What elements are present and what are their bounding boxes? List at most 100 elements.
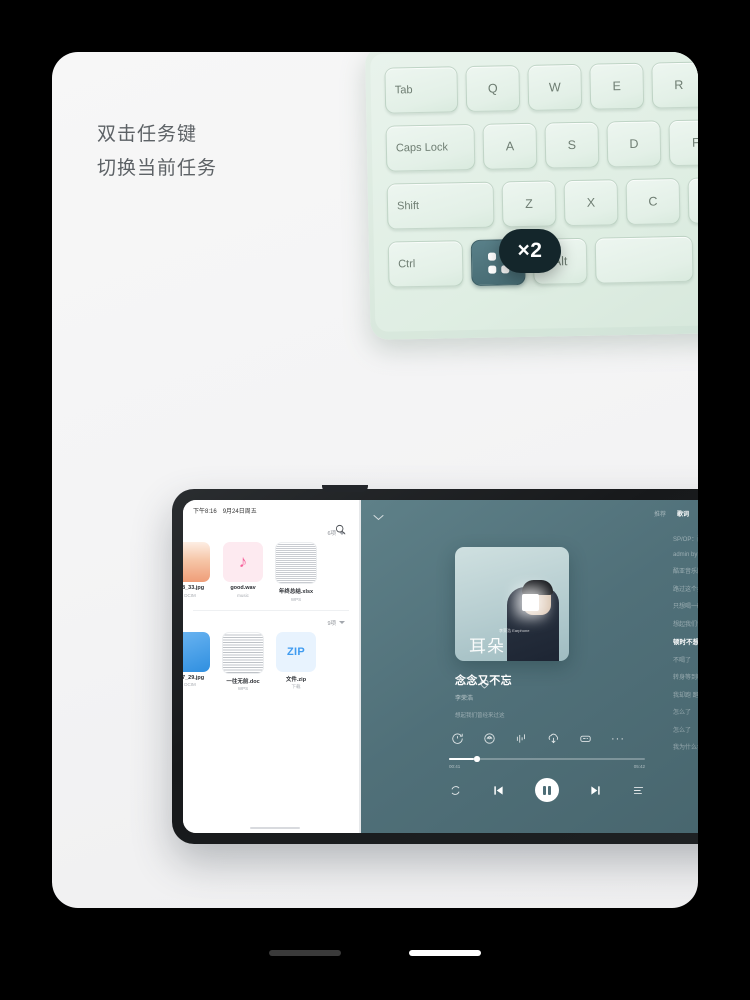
lyric-line: SP/OP：酷亚: [673, 537, 698, 543]
repeat-icon[interactable]: [449, 784, 462, 797]
tablet-screen: 下午8:16 9月24日周五 6项 8_33.jpg DCIM ♪ good.w…: [183, 500, 698, 833]
zip-thumbnail: ZIP: [276, 631, 316, 672]
progress-bar[interactable]: 00:41 05:42: [449, 756, 645, 769]
key-z[interactable]: Z: [501, 180, 557, 228]
tab-recommend[interactable]: 推荐: [654, 509, 666, 518]
key-q[interactable]: Q: [465, 65, 521, 113]
heart-icon[interactable]: [479, 676, 490, 689]
image-thumbnail: [183, 542, 210, 582]
group-divider: [193, 609, 349, 611]
cover-subtitle: 李荣浩 Earphone: [499, 628, 530, 633]
equalizer-icon[interactable]: [515, 732, 528, 745]
lyrics-list[interactable]: SP/OP：酷亚 admin by On 酷亚音乐股份 路过这个排档 只想喝一碗…: [673, 534, 698, 760]
lyric-line: 路过这个排档: [673, 586, 698, 593]
file-item[interactable]: 年终总结.xlsx WPS: [273, 542, 319, 602]
file-item[interactable]: ZIP 文件.zip 下载: [273, 631, 319, 692]
progress-track[interactable]: [449, 756, 645, 762]
status-time: 下午8:16: [193, 509, 217, 515]
key-s[interactable]: S: [544, 121, 600, 169]
secondary-controls: ···: [451, 732, 641, 745]
progress-handle[interactable]: [474, 756, 480, 762]
lyric-line: 只想喝一碗汤: [673, 604, 698, 610]
file-group-2-count: 9项: [327, 620, 336, 627]
lyric-line: 怎么了: [673, 710, 692, 716]
music-note-icon: ♪: [238, 552, 248, 571]
lyric-line: 我却跑 跑 跑: [673, 692, 698, 699]
timer-icon[interactable]: [451, 732, 464, 745]
key-ctrl[interactable]: Ctrl: [387, 240, 464, 288]
file-item[interactable]: 228_33.jpg DCIM: [183, 542, 213, 602]
file-source: DCIM: [184, 592, 196, 598]
key-c[interactable]: C: [625, 177, 681, 226]
progress-fill: [449, 758, 475, 760]
file-item[interactable]: ♪ good.wav music: [220, 542, 266, 602]
search-icon[interactable]: [335, 522, 346, 535]
chevron-down-icon: [339, 621, 345, 624]
lyric-line: 我为什么会这: [673, 745, 698, 751]
key-v[interactable]: V: [687, 176, 698, 224]
next-icon[interactable]: [589, 784, 602, 797]
instruction-text: 双击任务键 切换当前任务: [97, 118, 217, 186]
karaoke-icon[interactable]: [579, 732, 592, 745]
file-name: 227_29.jpg: [183, 674, 205, 681]
file-group-2: 9项 227_29.jpg DCIM 一往无前.doc: [183, 619, 359, 692]
cover-flash: [522, 594, 539, 611]
pause-button[interactable]: [535, 778, 559, 802]
music-player-pane: 推荐 歌词 耳朵 李荣浩 Earphone 念念又不忘 李荣浩 想起我们曾经来过…: [361, 500, 698, 833]
more-options-button[interactable]: ···: [611, 733, 625, 744]
tablet-device: 下午8:16 9月24日周五 6项 8_33.jpg DCIM ♪ good.w…: [172, 485, 698, 844]
home-indicator[interactable]: [409, 950, 481, 956]
key-d[interactable]: D: [606, 120, 662, 168]
front-camera: [322, 485, 368, 492]
lyric-line-active: 顿时不想喝了: [673, 639, 698, 646]
key-tab[interactable]: Tab: [384, 66, 459, 114]
file-item[interactable]: 一往无前.doc WPS: [220, 631, 266, 691]
previous-icon[interactable]: [492, 784, 505, 797]
file-name: 228_33.jpg: [183, 585, 205, 591]
key-x[interactable]: X: [563, 179, 619, 227]
total-time: 05:42: [633, 763, 645, 769]
key-e[interactable]: E: [589, 62, 645, 110]
file-item[interactable]: 227_29.jpg DCIM: [183, 631, 213, 692]
bottom-indicators: [0, 950, 750, 956]
page-indicator-inactive[interactable]: [269, 950, 341, 956]
current-time: 00:41: [449, 763, 461, 769]
status-date: 9月24日周五: [222, 509, 257, 515]
file-group-1: 6项 228_33.jpg DCIM ♪: [183, 529, 359, 602]
file-source: music: [237, 592, 249, 598]
document-thumbnail: [222, 631, 264, 674]
key-r[interactable]: R: [651, 61, 698, 109]
file-group-1-header[interactable]: 6项: [193, 529, 349, 537]
lyric-line: 转身等到呼喊: [673, 675, 698, 681]
tab-lyrics[interactable]: 歌词: [677, 509, 689, 518]
headphone-icon[interactable]: [483, 732, 496, 745]
lyric-line: admin by On: [673, 551, 698, 558]
player-tabs: 推荐 歌词: [654, 509, 689, 518]
download-icon[interactable]: [547, 732, 560, 745]
file-grid-1: 228_33.jpg DCIM ♪ good.wav music: [183, 537, 349, 602]
key-shift[interactable]: Shift: [386, 181, 495, 230]
key-caps-lock[interactable]: Caps Lock: [385, 123, 476, 172]
song-artist: 李荣浩: [455, 696, 474, 702]
spreadsheet-thumbnail: [275, 542, 317, 584]
file-name: 一往无前.doc: [226, 678, 260, 685]
double-press-badge: ×2: [499, 229, 561, 273]
lyric-line: 怎么了: [673, 727, 692, 734]
chevron-down-icon[interactable]: [373, 508, 384, 521]
screenshot-root: 双击任务键 切换当前任务 Tab Q W E R T Caps Lock: [0, 0, 750, 1000]
key-w[interactable]: W: [527, 63, 583, 111]
file-grid-2: 227_29.jpg DCIM 一往无前.doc WPS ZIP 文件.zip: [183, 627, 349, 692]
keyboard-row-2: Caps Lock A S D F G: [385, 118, 698, 172]
file-source: WPS: [290, 596, 302, 602]
file-name: good.wav: [230, 585, 256, 591]
file-group-2-header[interactable]: 9项: [193, 619, 349, 627]
file-name: 年终总结.xlsx: [278, 589, 314, 595]
playlist-icon[interactable]: [632, 784, 645, 797]
cover-hair: [522, 580, 553, 595]
key-a[interactable]: A: [482, 122, 538, 170]
home-indicator: [249, 827, 300, 829]
lyric-line: 不喝了: [673, 657, 692, 664]
key-f[interactable]: F: [668, 119, 698, 167]
key-space[interactable]: [594, 235, 694, 284]
progress-times: 00:41 05:42: [449, 764, 645, 769]
